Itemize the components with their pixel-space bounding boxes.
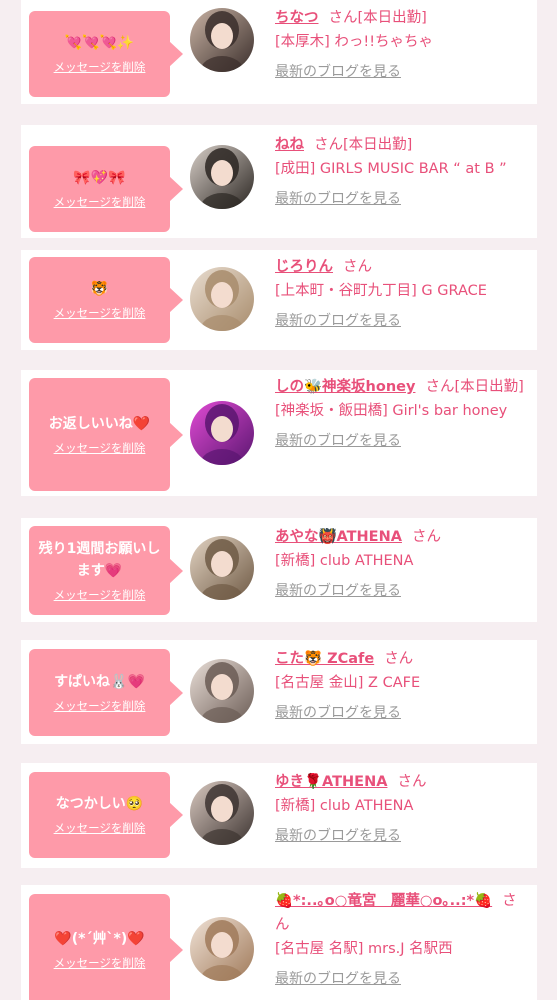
sender-line: あやな👹ATHENA さん xyxy=(275,525,529,549)
sender-name-link[interactable]: しの🐝神楽坂honey xyxy=(275,379,415,395)
delete-message-link[interactable]: メッセージを削除 xyxy=(54,954,146,972)
avatar-image xyxy=(190,917,254,981)
latest-blog-link[interactable]: 最新のブログを見る xyxy=(275,701,529,725)
latest-blog-link[interactable]: 最新のブログを見る xyxy=(275,309,529,333)
message-text: 残り1週間お願いします💗 xyxy=(38,540,161,579)
message-bubble: なつかしい🥺 メッセージを削除 xyxy=(29,772,183,858)
sender-line: 🍓*:..｡o○竜宮 麗華○o｡..:*🍓 さん xyxy=(275,889,529,937)
sender-name-link[interactable]: じろりん xyxy=(275,259,333,275)
latest-blog-link[interactable]: 最新のブログを見る xyxy=(275,429,529,453)
message-bubble: 残り1週間お願いします💗 メッセージを削除 xyxy=(29,526,183,615)
sender-line: ねね さん[本日出勤] xyxy=(275,133,529,157)
message-bubble: ❤️(*´艸`*)❤️ メッセージを削除 xyxy=(29,894,183,1000)
message-card: お返しいいね❤️ メッセージを削除 しの🐝神楽坂honey さん[本日出勤] [神楽坂・… xyxy=(21,370,537,496)
message-card: 💘💘💘✨ メッセージを削除 ちなつ さん[本日出勤] [本厚木] わっ!!ちゃちゃ最新の… xyxy=(21,0,537,104)
avatar-image xyxy=(190,267,254,331)
delete-message-link[interactable]: メッセージを削除 xyxy=(54,439,146,457)
sender-line: ゆき🌹ATHENA さん xyxy=(275,770,529,794)
message-bubble: お返しいいね❤️ メッセージを削除 xyxy=(29,378,183,491)
message-text: お返しいいね❤️ xyxy=(48,415,151,432)
avatar[interactable] xyxy=(190,917,254,981)
latest-blog-link[interactable]: 最新のブログを見る xyxy=(275,579,529,603)
honorific: さん xyxy=(328,10,358,26)
sender-name-link[interactable]: あやな👹ATHENA xyxy=(275,529,402,545)
message-bubble: 🎀💖🎀 メッセージを削除 xyxy=(29,146,183,232)
avatar-image xyxy=(190,8,254,72)
work-status: [本日出勤] xyxy=(357,10,427,26)
delete-message-link[interactable]: メッセージを削除 xyxy=(54,193,146,211)
shop-name: [新橋] club ATHENA xyxy=(275,798,414,814)
shop-name: [成田] GIRLS MUSIC BAR “ at B ” xyxy=(275,161,507,177)
work-status: [本日出勤] xyxy=(454,379,524,395)
shop-name: [新橋] club ATHENA xyxy=(275,553,414,569)
latest-blog-link[interactable]: 最新のブログを見る xyxy=(275,967,529,991)
avatar-image xyxy=(190,781,254,845)
latest-blog-link[interactable]: 最新のブログを見る xyxy=(275,60,529,84)
message-card: 🐯 メッセージを削除 じろりん さん [上本町・谷町九丁目] G GRACE 最新のブログ… xyxy=(21,250,537,350)
message-list: 💘💘💘✨ メッセージを削除 ちなつ さん[本日出勤] [本厚木] わっ!!ちゃちゃ 最新の… xyxy=(0,0,557,1000)
avatar-image xyxy=(190,536,254,600)
shop-name: [上本町・谷町九丁目] G GRACE xyxy=(275,283,487,299)
work-status: [本日出勤] xyxy=(343,137,413,153)
sender-info: ねね さん[本日出勤] [成田] GIRLS MUSIC BAR “ at B ” 最… xyxy=(275,133,529,211)
message-text: 🎀💖🎀 xyxy=(73,170,126,186)
sender-name-link[interactable]: ねね xyxy=(275,137,304,153)
sender-info: ちなつ さん[本日出勤] [本厚木] わっ!!ちゃちゃ最新のブログを見る xyxy=(275,6,529,84)
message-card: ❤️(*´艸`*)❤️ メッセージを削除 🍓*:..｡o○竜宮 麗華○o｡..:*🍓… xyxy=(21,885,537,1000)
sender-name-link[interactable]: 🍓*:..｡o○竜宮 麗華○o｡..:*🍓 xyxy=(275,893,492,909)
message-bubble: すぱいね🐰💗 メッセージを削除 xyxy=(29,649,183,736)
message-text: すぱいね🐰💗 xyxy=(54,673,145,690)
delete-message-link[interactable]: メッセージを削除 xyxy=(54,586,146,604)
delete-message-link[interactable]: メッセージを削除 xyxy=(54,58,146,76)
shop-name: [名古屋 名駅] mrs.J 名駅西 xyxy=(275,941,453,957)
avatar[interactable] xyxy=(190,659,254,723)
sender-info: しの🐝神楽坂honey さん[本日出勤] [神楽坂・飯田橋] Girl's bar … xyxy=(275,375,529,453)
avatar[interactable] xyxy=(190,781,254,845)
honorific: さん xyxy=(314,137,343,153)
sender-info: じろりん さん [上本町・谷町九丁目] G GRACE 最新のブログを見る xyxy=(275,255,529,333)
sender-line: じろりん さん xyxy=(275,255,529,279)
sender-info: あやな👹ATHENA さん [新橋] club ATHENA 最新のブログを見る xyxy=(275,525,529,603)
sender-line: しの🐝神楽坂honey さん[本日出勤] xyxy=(275,375,529,399)
avatar-image xyxy=(190,401,254,465)
honorific: さん xyxy=(411,529,441,545)
avatar-image xyxy=(190,145,254,209)
message-card: すぱいね🐰💗 メッセージを削除 こた🐯 ZCafe さん [名古屋 金山] Z CAFE… xyxy=(21,640,537,744)
sender-line: ちなつ さん[本日出勤] xyxy=(275,6,529,30)
message-card: なつかしい🥺 メッセージを削除 ゆき🌹ATHENA さん [新橋] club ATHEN… xyxy=(21,763,537,868)
sender-info: ゆき🌹ATHENA さん [新橋] club ATHENA 最新のブログを見る xyxy=(275,770,529,848)
sender-name-link[interactable]: こた🐯 ZCafe xyxy=(275,651,374,667)
sender-name-link[interactable]: ちなつ xyxy=(275,10,319,26)
delete-message-link[interactable]: メッセージを削除 xyxy=(54,697,146,715)
latest-blog-link[interactable]: 最新のブログを見る xyxy=(275,187,529,211)
message-bubble: 🐯 メッセージを削除 xyxy=(29,257,183,343)
honorific: さん xyxy=(343,259,372,275)
avatar[interactable] xyxy=(190,8,254,72)
sender-line: こた🐯 ZCafe さん xyxy=(275,647,529,671)
message-text: 🐯 xyxy=(90,281,109,297)
honorific: さん xyxy=(425,379,455,395)
shop-name: [名古屋 金山] Z CAFE xyxy=(275,675,421,691)
message-bubble: 💘💘💘✨ メッセージを削除 xyxy=(29,11,183,97)
message-text: 💘💘💘✨ xyxy=(64,35,135,51)
avatar[interactable] xyxy=(190,267,254,331)
honorific: さん xyxy=(384,651,414,667)
avatar[interactable] xyxy=(190,536,254,600)
avatar[interactable] xyxy=(190,145,254,209)
sender-name-link[interactable]: ゆき🌹ATHENA xyxy=(275,774,387,790)
sender-info: 🍓*:..｡o○竜宮 麗華○o｡..:*🍓 さん [名古屋 名駅] mrs.J 名駅… xyxy=(275,889,529,991)
latest-blog-link[interactable]: 最新のブログを見る xyxy=(275,824,529,848)
message-card: 残り1週間お願いします💗 メッセージを削除 あやな👹ATHENA さん [新橋] clu… xyxy=(21,518,537,622)
message-card: 🎀💖🎀 メッセージを削除 ねね さん[本日出勤] [成田] GIRLS MUSIC BA… xyxy=(21,125,537,238)
message-text: ❤️(*´艸`*)❤️ xyxy=(54,930,145,947)
delete-message-link[interactable]: メッセージを削除 xyxy=(54,304,146,322)
avatar[interactable] xyxy=(190,401,254,465)
sender-info: こた🐯 ZCafe さん [名古屋 金山] Z CAFE 最新のブログを見る xyxy=(275,647,529,725)
honorific: さん xyxy=(397,774,427,790)
shop-name: [神楽坂・飯田橋] Girl's bar honey xyxy=(275,403,508,419)
shop-name: [本厚木] わっ!!ちゃちゃ xyxy=(275,34,434,50)
message-text: なつかしい🥺 xyxy=(55,796,144,812)
avatar-image xyxy=(190,659,254,723)
delete-message-link[interactable]: メッセージを削除 xyxy=(54,819,146,837)
